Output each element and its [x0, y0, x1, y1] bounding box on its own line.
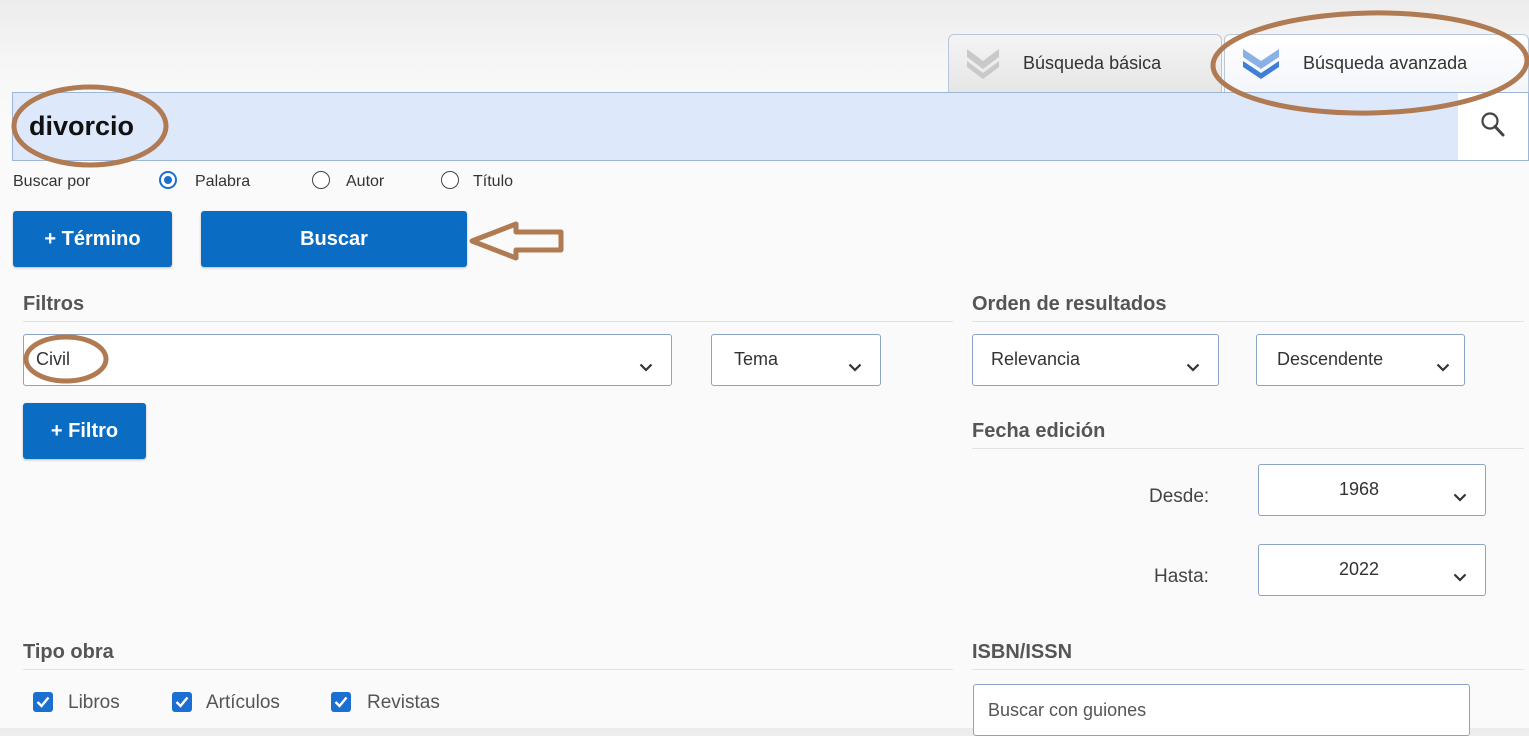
tab-basic-label: Búsqueda básica — [1023, 53, 1162, 73]
annotation-arrow-search — [469, 221, 564, 261]
order-direction-select[interactable]: Descendente — [1256, 334, 1465, 386]
order-heading: Orden de resultados — [972, 293, 1524, 322]
chevron-down-icon — [639, 356, 653, 377]
add-filter-button[interactable]: + Filtro — [23, 403, 146, 459]
order-by-select[interactable]: Relevancia — [972, 334, 1219, 386]
radio-autor-label: Autor — [346, 173, 385, 190]
tab-advanced-label: Búsqueda avanzada — [1303, 53, 1468, 73]
order-direction-value: Descendente — [1277, 349, 1384, 369]
isbn-heading: ISBN/ISSN — [972, 641, 1524, 670]
tab-advanced-search[interactable]: Búsqueda avanzada — [1224, 34, 1529, 92]
double-chevron-down-icon — [1241, 43, 1281, 84]
tab-basic-search[interactable]: Búsqueda básica — [948, 34, 1222, 92]
search-input-value[interactable]: divorcio — [29, 111, 134, 142]
checkbox-revistas[interactable] — [331, 692, 351, 712]
date-to-select[interactable]: 2022 — [1258, 544, 1486, 596]
order-by-value: Relevancia — [991, 349, 1081, 369]
radio-titulo-label: Título — [473, 173, 514, 190]
radio-palabra-label: Palabra — [195, 173, 251, 190]
search-by-label: Buscar por — [13, 173, 91, 190]
search-icon-button[interactable] — [1458, 93, 1528, 160]
radio-titulo[interactable] — [441, 171, 459, 189]
search-icon — [1480, 111, 1506, 142]
radio-autor[interactable] — [312, 171, 330, 189]
isbn-input[interactable]: Buscar con guiones — [973, 684, 1470, 736]
radio-palabra[interactable] — [159, 171, 177, 189]
isbn-placeholder: Buscar con guiones — [988, 700, 1147, 720]
search-button[interactable]: Buscar — [201, 211, 467, 267]
chevron-down-icon — [848, 356, 862, 377]
checkbox-libros[interactable] — [33, 692, 53, 712]
chevron-down-icon — [1186, 356, 1200, 377]
date-to-value: 2022 — [1339, 559, 1380, 579]
date-to-label: Hasta: — [1154, 566, 1209, 587]
chevron-down-icon — [1453, 566, 1467, 587]
checkbox-articulos[interactable] — [172, 692, 192, 712]
filter-value-select[interactable]: Civil — [23, 334, 672, 386]
filters-heading: Filtros — [23, 293, 953, 322]
double-chevron-down-icon — [965, 43, 1001, 84]
checkbox-revistas-label: Revistas — [367, 692, 440, 713]
chevron-down-icon — [1436, 356, 1450, 377]
filter-field-select[interactable]: Tema — [711, 334, 881, 386]
filter-field: Tema — [734, 349, 779, 369]
filter-value: Civil — [36, 349, 70, 369]
edition-date-heading: Fecha edición — [972, 420, 1524, 449]
search-bar[interactable]: divorcio — [12, 92, 1529, 161]
chevron-down-icon — [1453, 486, 1467, 507]
date-from-select[interactable]: 1968 — [1258, 464, 1486, 516]
date-from-value: 1968 — [1339, 479, 1380, 499]
checkbox-articulos-label: Artículos — [206, 692, 280, 713]
work-type-heading: Tipo obra — [23, 641, 953, 670]
checkbox-libros-label: Libros — [68, 692, 120, 713]
date-from-label: Desde: — [1149, 486, 1210, 507]
add-term-button[interactable]: + Término — [13, 211, 172, 267]
